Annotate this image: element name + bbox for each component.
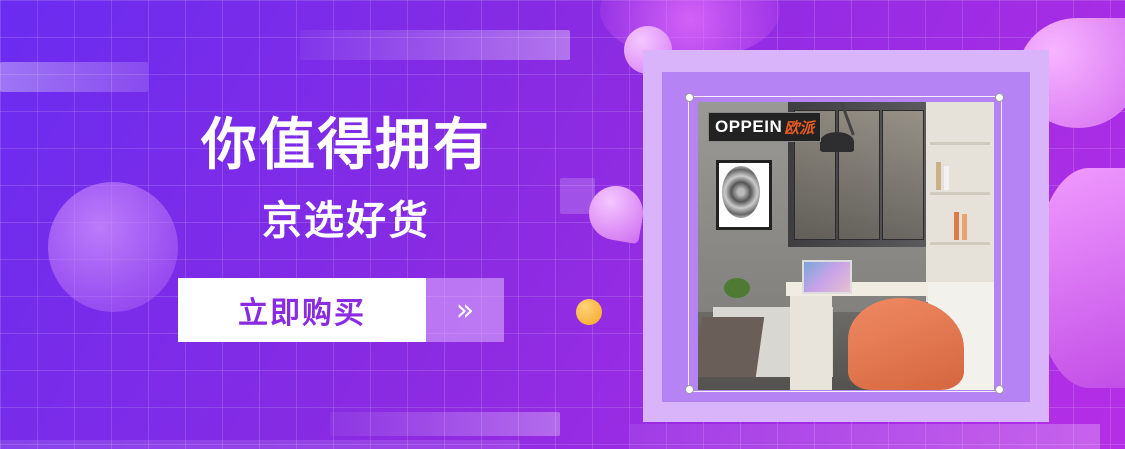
decor-orange-dot <box>576 299 602 325</box>
frame-corner-dot <box>995 93 1004 102</box>
buy-now-label: 立即购买 <box>178 278 426 342</box>
decor-stripe <box>630 424 1100 449</box>
product-frame-border <box>688 96 1002 392</box>
frame-corner-dot <box>995 385 1004 394</box>
subheadline: 京选好货 <box>262 198 430 244</box>
frame-corner-dot <box>685 93 694 102</box>
buy-now-button[interactable]: 立即购买 » <box>178 278 504 342</box>
decor-stripe <box>330 412 560 436</box>
headline: 你值得拥有 <box>201 113 491 178</box>
decor-stripe <box>300 30 570 60</box>
decor-stripe <box>0 62 148 92</box>
decor-stripe <box>0 440 520 449</box>
double-chevron-right-icon: » <box>426 278 504 342</box>
frame-corner-dot <box>685 385 694 394</box>
promo-banner: OPPEIN 欧派 你值得拥有 京选好货 立即购买 » <box>0 0 1125 449</box>
